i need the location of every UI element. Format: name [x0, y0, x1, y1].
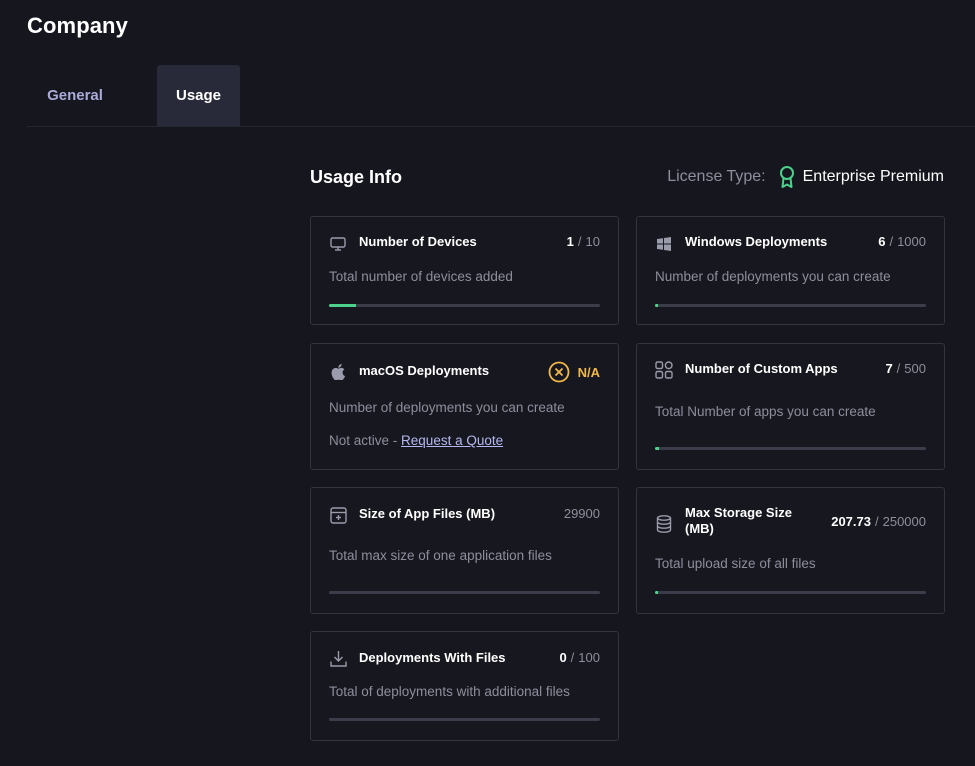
limit-value: 500: [904, 361, 926, 376]
card-description: Total max size of one application files: [329, 548, 552, 563]
card-description: Number of deployments you can create: [655, 269, 891, 284]
usage-count: 6/1000: [878, 234, 926, 250]
license-value: Enterprise Premium: [802, 168, 944, 185]
card-title: Number of Custom Apps: [685, 361, 838, 376]
progress-bar: [329, 591, 600, 594]
not-active-text: Not active -: [329, 433, 398, 448]
page-title: Company: [27, 13, 128, 38]
tab-bar: General Usage: [27, 65, 975, 127]
card-title: Windows Deployments: [685, 234, 828, 249]
usage-count: 207.73/250000: [831, 514, 926, 530]
used-value: 0: [559, 650, 567, 665]
count-separator: /: [896, 361, 901, 376]
limit-value: 1000: [897, 234, 926, 249]
progress-fill: [655, 591, 658, 594]
tab-general[interactable]: General: [27, 65, 123, 126]
card-description: Total Number of apps you can create: [655, 404, 876, 419]
usage-count: 1/10: [567, 234, 600, 250]
progress-fill: [329, 304, 357, 307]
close-circle-icon: [548, 361, 570, 383]
limit-value: 100: [578, 650, 600, 665]
progress-fill: [655, 447, 659, 450]
award-ribbon-icon: [778, 165, 796, 189]
count-separator: /: [889, 234, 894, 249]
used-value: 207.73: [831, 514, 871, 529]
card-description: Number of deployments you can create: [329, 400, 565, 415]
used-value: 6: [878, 234, 886, 249]
used-value: 1: [566, 234, 574, 249]
apple-icon: [329, 363, 347, 381]
card-number-of-custom-apps: Number of Custom Apps 7/500 Total Number…: [636, 343, 945, 470]
limit-value: 10: [585, 234, 600, 249]
windows-icon: [655, 235, 673, 253]
status-text: N/A: [577, 364, 600, 380]
card-title: Size of App Files (MB): [359, 506, 496, 521]
not-active-row: Not active - Request a Quote: [329, 433, 503, 448]
monitor-icon: [329, 235, 347, 253]
card-description: Total of deployments with additional fil…: [329, 684, 570, 699]
progress-bar: [655, 447, 926, 450]
limit-value: 29900: [563, 506, 600, 521]
database-icon: [655, 515, 673, 533]
request-quote-link[interactable]: Request a Quote: [401, 433, 503, 448]
card-title: Deployments With Files: [359, 650, 506, 665]
license-label: License Type:: [667, 168, 766, 185]
card-windows-deployments: Windows Deployments 6/1000 Number of dep…: [636, 216, 945, 325]
progress-bar: [655, 304, 926, 307]
card-size-of-app-files: Size of App Files (MB) 29900 Total max s…: [310, 487, 619, 614]
card-description: Total upload size of all files: [655, 556, 816, 571]
download-icon: [329, 649, 347, 667]
usage-info-heading: Usage Info: [310, 167, 403, 187]
count-separator: /: [874, 514, 879, 529]
license-type: License Type: Enterprise Premium: [667, 165, 944, 189]
usage-count: 7/500: [885, 361, 926, 377]
limit-value: 250000: [882, 514, 926, 529]
card-number-of-devices: Number of Devices 1/10 Total number of d…: [310, 216, 619, 325]
progress-bar: [329, 718, 600, 721]
apps-grid-icon: [655, 361, 673, 379]
card-description: Total number of devices added: [329, 269, 513, 284]
card-title: macOS Deployments: [359, 363, 490, 378]
status-badge: N/A: [548, 361, 600, 383]
progress-bar: [329, 304, 600, 307]
progress-fill: [655, 304, 658, 307]
card-title: Max Storage Size (MB): [685, 505, 792, 536]
used-value: 7: [885, 361, 893, 376]
package-icon: [329, 506, 347, 524]
tab-usage[interactable]: Usage: [157, 65, 240, 126]
card-title: Number of Devices: [359, 234, 477, 249]
progress-bar: [655, 591, 926, 594]
count-separator: /: [577, 234, 582, 249]
usage-count: 29900: [564, 506, 600, 522]
card-deployments-with-files: Deployments With Files 0/100 Total of de…: [310, 631, 619, 741]
count-separator: /: [570, 650, 575, 665]
usage-count: 0/100: [559, 650, 600, 666]
card-macos-deployments: macOS Deployments N/A Number of deployme…: [310, 343, 619, 470]
card-max-storage-size: Max Storage Size (MB) 207.73/250000 Tota…: [636, 487, 945, 614]
